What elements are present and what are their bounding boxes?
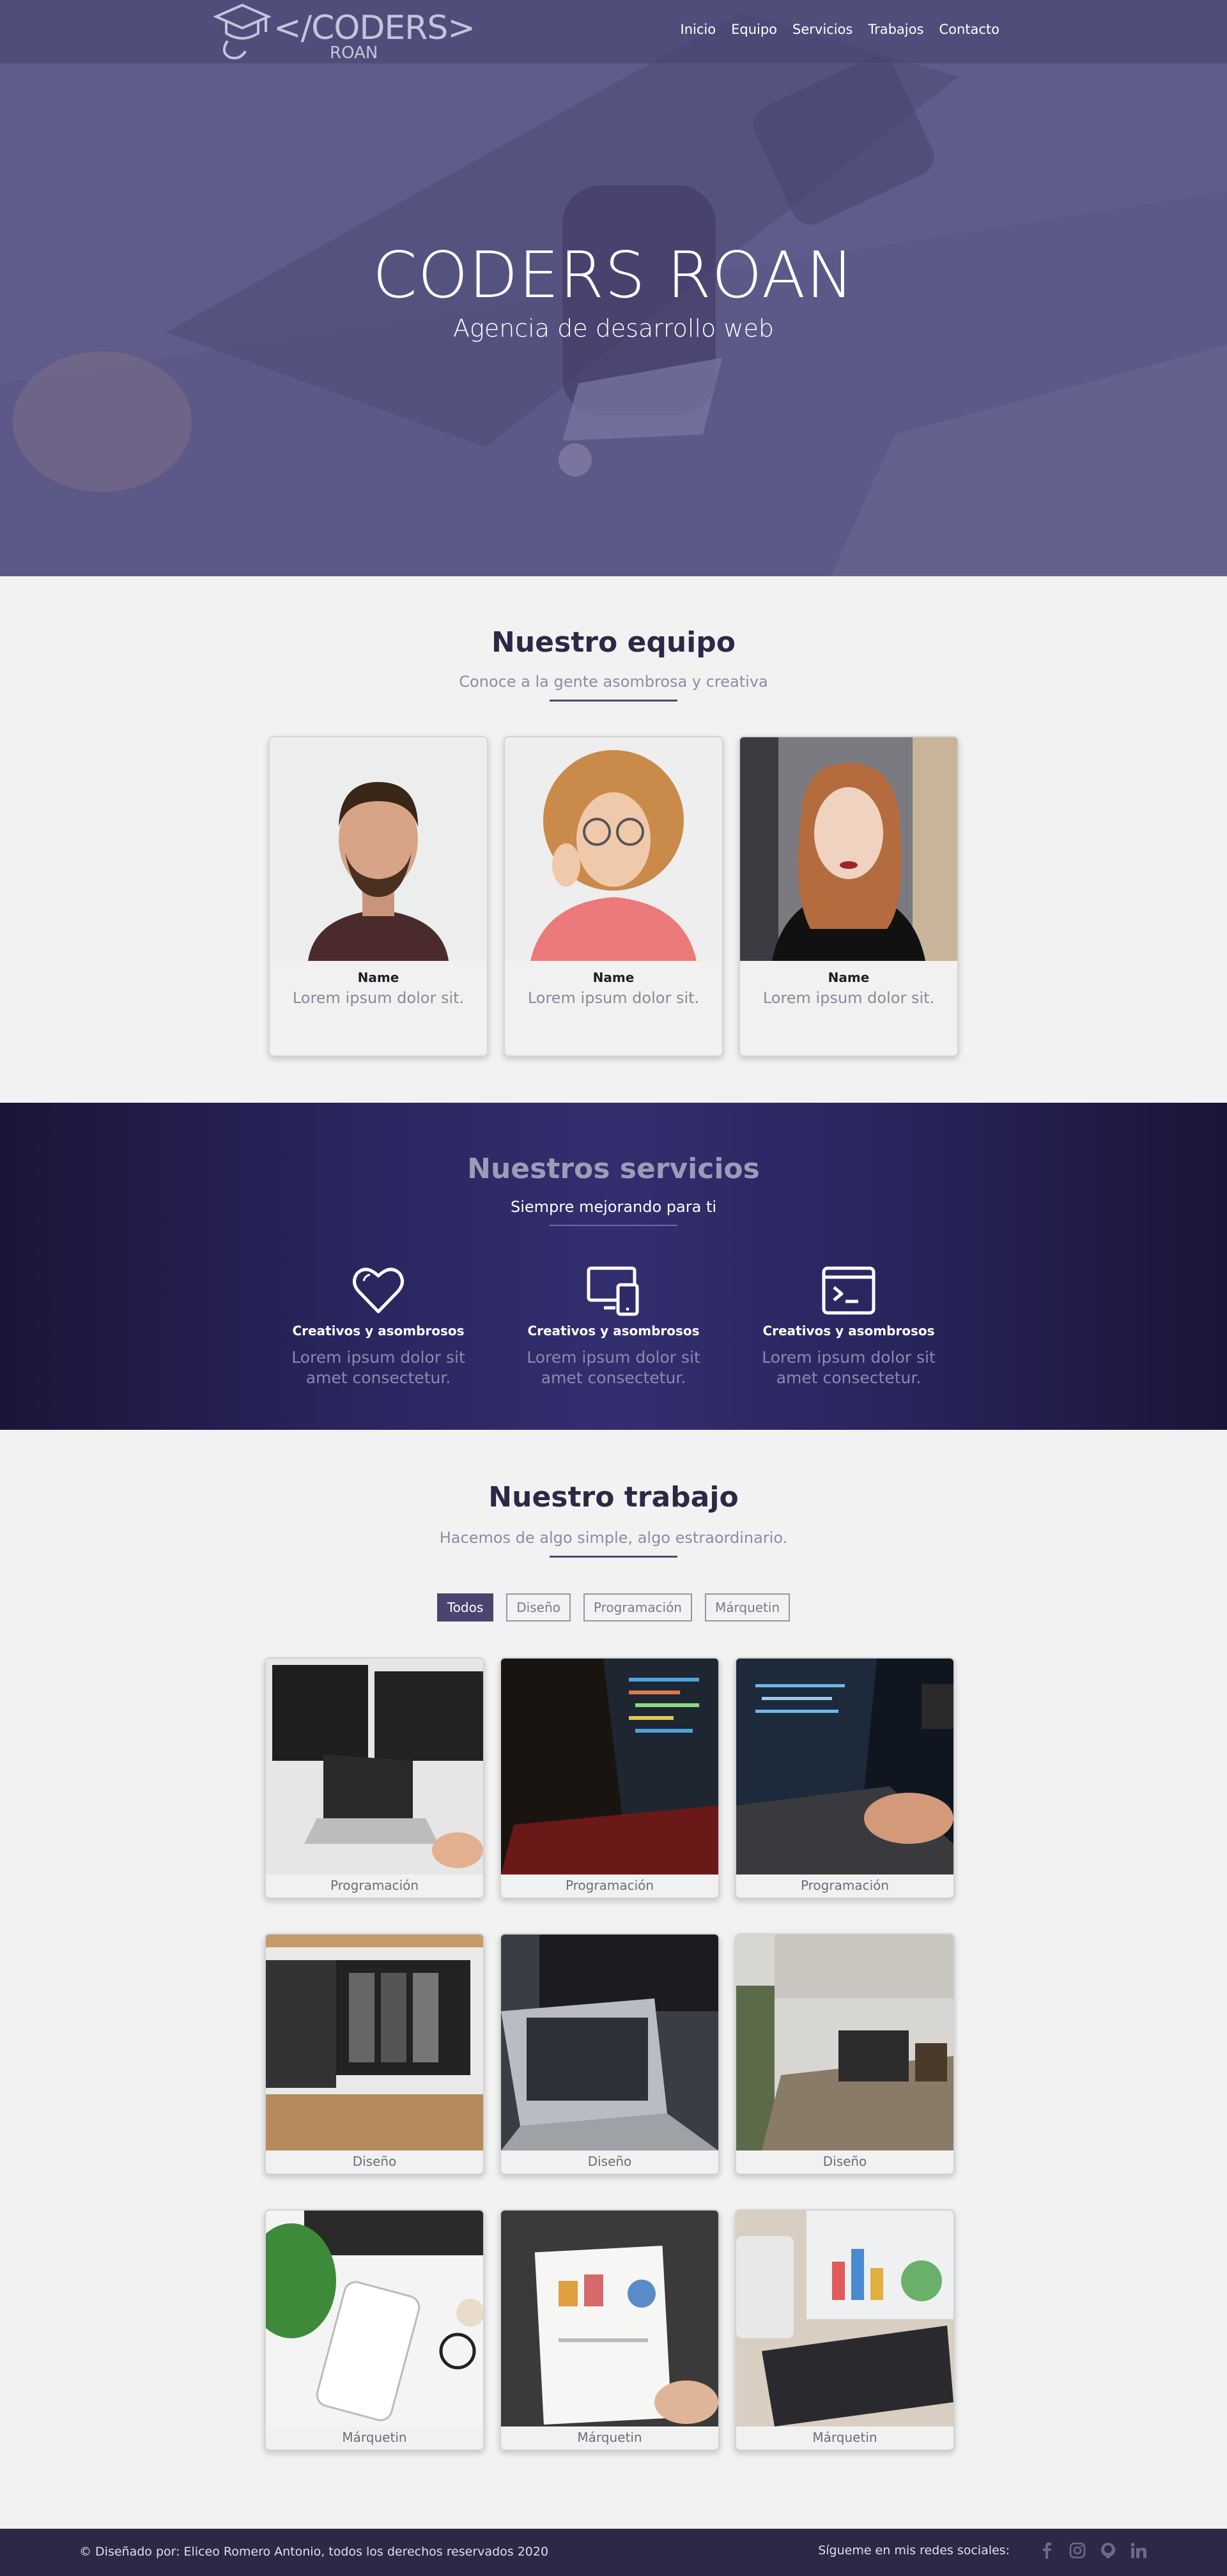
work-title: Nuestro trabajo (488, 1481, 739, 1514)
team-card[interactable]: Name Lorem ipsum dolor sit. (739, 736, 959, 1057)
work-photo (266, 1935, 483, 2150)
work-card[interactable]: Programación (735, 1657, 955, 1899)
team-member-name: Name (357, 970, 399, 985)
work-label: Programación (565, 1878, 654, 1893)
work-label: Diseño (352, 2154, 397, 2169)
team-member-photo (740, 737, 957, 961)
hero-section: </CODERS> ROAN Inicio Equipo Servicios T… (0, 0, 1227, 576)
work-label: Márquetin (342, 2430, 407, 2445)
logo-text: </CODERS> (274, 9, 475, 47)
services-title: Nuestros servicios (467, 1153, 760, 1185)
service-desc: Lorem ipsum dolor sit amet consectetur. (291, 1348, 465, 1387)
service-title: Creativos y asombrosos (292, 1323, 465, 1338)
work-card[interactable]: Márquetin (265, 2209, 484, 2451)
service-item: Creativos y asombrosos Lorem ipsum dolor… (749, 1262, 948, 1388)
team-member-name: Name (828, 970, 870, 985)
nav-link-equipo[interactable]: Equipo (731, 22, 777, 37)
team-title-underline (550, 700, 677, 702)
work-photo (736, 1659, 953, 1874)
work-label: Márquetin (812, 2430, 877, 2445)
hero-title: CODERS ROAN (372, 238, 855, 312)
devices-icon (587, 1266, 639, 1316)
terminal-icon (822, 1266, 876, 1315)
services-subtitle: Siempre mejorando para ti (510, 1198, 717, 1216)
nav-links: Inicio Equipo Servicios Trabajos Contact… (665, 22, 999, 37)
filter-programacion[interactable]: Programación (583, 1593, 692, 1621)
team-member-desc: Lorem ipsum dolor sit. (527, 989, 700, 1007)
team-card[interactable]: Name Lorem ipsum dolor sit. (268, 736, 488, 1057)
work-card[interactable]: Diseño (500, 1933, 720, 2175)
graduation-cap-icon (213, 3, 271, 59)
services-list: Creativos y asombrosos Lorem ipsum dolor… (0, 1262, 1227, 1388)
service-desc: Lorem ipsum dolor sit amet consectetur. (527, 1348, 700, 1387)
team-card[interactable]: Name Lorem ipsum dolor sit. (504, 736, 723, 1057)
logo[interactable]: </CODERS> ROAN (211, 0, 475, 64)
footer: © Diseñado por: Eliceo Romero Antonio, t… (0, 2529, 1227, 2576)
work-title-underline (550, 1556, 677, 1558)
instagram-icon[interactable] (1069, 2542, 1086, 2559)
hero-subtitle: Agencia de desarrollo web (453, 314, 774, 342)
service-title: Creativos y asombrosos (762, 1323, 935, 1338)
service-title: Creativos y asombrosos (527, 1323, 700, 1338)
work-photo (266, 2211, 483, 2426)
github-icon[interactable] (1099, 2542, 1117, 2559)
work-label: Márquetin (577, 2430, 642, 2445)
heart-icon (353, 1268, 404, 1314)
team-subtitle: Conoce a la gente asombrosa y creativa (459, 673, 768, 691)
team-title: Nuestro equipo (491, 626, 736, 659)
services-section: Nuestros servicios Siempre mejorando par… (0, 1103, 1227, 1430)
nav-link-inicio[interactable]: Inicio (681, 22, 716, 37)
work-photo (736, 2211, 953, 2426)
work-card[interactable]: Diseño (735, 1933, 955, 2175)
work-section: Nuestro trabajo Hacemos de algo simple, … (0, 1430, 1227, 2529)
work-label: Programación (800, 1878, 890, 1893)
work-filters: Todos Diseño Programación Márquetin (0, 1593, 1227, 1621)
team-cards: Name Lorem ipsum dolor sit. Name Lorem i… (0, 736, 1227, 1057)
filter-marquetin[interactable]: Márquetin (704, 1593, 791, 1621)
work-card[interactable]: Diseño (265, 1933, 484, 2175)
team-member-photo (270, 737, 487, 961)
nav-link-servicios[interactable]: Servicios (792, 22, 853, 37)
team-member-desc: Lorem ipsum dolor sit. (292, 989, 465, 1007)
logo-subtext: ROAN (330, 43, 378, 63)
work-grid: Programación Programación Programación D… (265, 1657, 962, 2451)
service-item: Creativos y asombrosos Lorem ipsum dolor… (514, 1262, 713, 1388)
services-title-underline (550, 1225, 677, 1226)
service-desc: Lorem ipsum dolor sit amet consectetur. (762, 1348, 936, 1387)
nav-link-trabajos[interactable]: Trabajos (868, 22, 923, 37)
footer-social: Sígueme en mis redes sociales: (818, 2542, 1148, 2559)
work-subtitle: Hacemos de algo simple, algo estraordina… (439, 1529, 788, 1547)
filter-todos[interactable]: Todos (436, 1593, 494, 1621)
linkedin-icon[interactable] (1130, 2542, 1148, 2559)
work-photo (501, 1659, 718, 1874)
team-member-photo (505, 737, 722, 961)
service-item: Creativos y asombrosos Lorem ipsum dolor… (279, 1262, 478, 1388)
filter-diseno[interactable]: Diseño (506, 1593, 571, 1621)
team-member-desc: Lorem ipsum dolor sit. (762, 989, 935, 1007)
work-label: Diseño (587, 2154, 632, 2169)
team-member-name: Name (592, 970, 635, 985)
work-photo (736, 1935, 953, 2150)
work-card[interactable]: Márquetin (735, 2209, 955, 2451)
work-photo (266, 1659, 483, 1874)
work-photo (501, 2211, 718, 2426)
work-label: Diseño (822, 2154, 867, 2169)
work-card[interactable]: Programación (500, 1657, 720, 1899)
work-label: Programación (330, 1878, 419, 1893)
nav-link-contacto[interactable]: Contacto (939, 22, 999, 37)
footer-follow-text: Sígueme en mis redes sociales: (818, 2543, 1010, 2557)
facebook-icon[interactable] (1038, 2542, 1056, 2559)
work-card[interactable]: Programación (265, 1657, 484, 1899)
footer-copyright: © Diseñado por: Eliceo Romero Antonio, t… (79, 2545, 549, 2559)
navbar: </CODERS> ROAN Inicio Equipo Servicios T… (0, 0, 1227, 64)
work-photo (501, 1935, 718, 2150)
work-card[interactable]: Márquetin (500, 2209, 720, 2451)
team-section: Nuestro equipo Conoce a la gente asombro… (0, 576, 1227, 1103)
